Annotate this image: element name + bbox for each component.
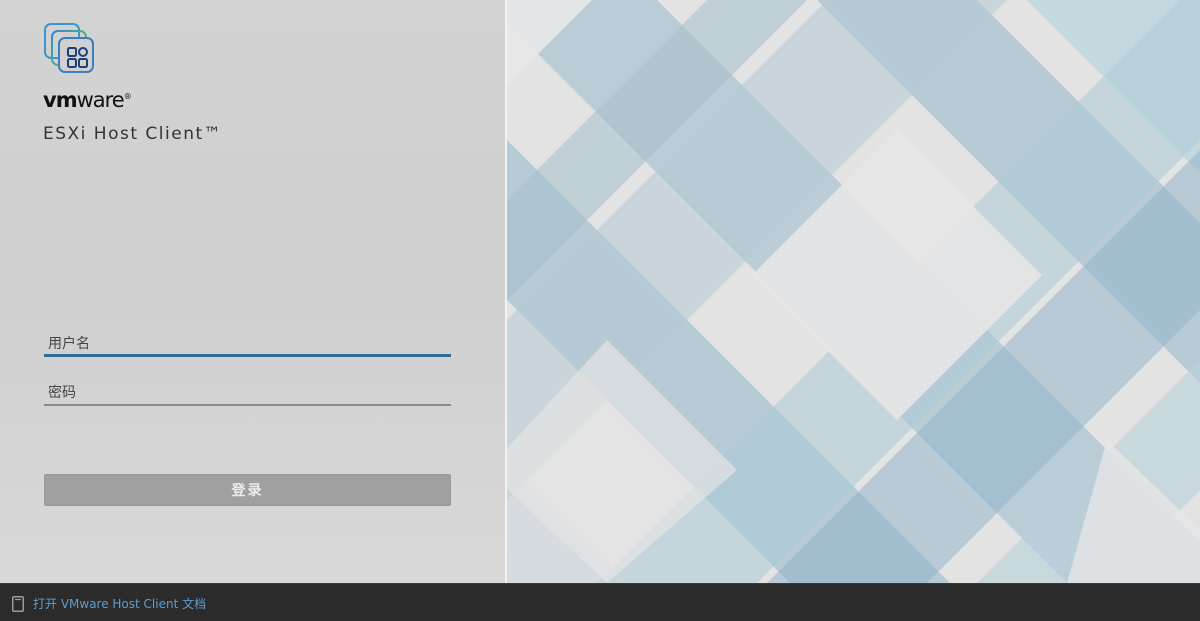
wordmark-bold: vm <box>43 88 78 112</box>
vmware-app-grid-icon <box>44 23 94 73</box>
document-icon <box>12 596 24 612</box>
password-field[interactable] <box>44 382 451 406</box>
username-field[interactable] <box>44 333 451 357</box>
login-panel: vmware® ESXi Host Client™ 登录 <box>0 0 505 583</box>
login-page: vmware® ESXi Host Client™ 登录 <box>0 0 1200 621</box>
footer-bar: 打开 VMware Host Client 文档 <box>0 583 1200 621</box>
login-button-label: 登录 <box>231 483 264 499</box>
login-button[interactable]: 登录 <box>44 474 451 506</box>
wordmark-regular: ware <box>76 88 125 112</box>
decorative-background <box>507 0 1200 583</box>
vmware-wordmark: vmware® <box>43 84 132 113</box>
product-name: ESXi Host Client™ <box>43 124 223 144</box>
open-docs-link[interactable]: 打开 VMware Host Client 文档 <box>12 596 206 612</box>
open-docs-link-label: 打开 VMware Host Client 文档 <box>33 597 207 611</box>
registered-mark: ® <box>123 92 132 101</box>
diagonal-pattern <box>507 0 1200 583</box>
